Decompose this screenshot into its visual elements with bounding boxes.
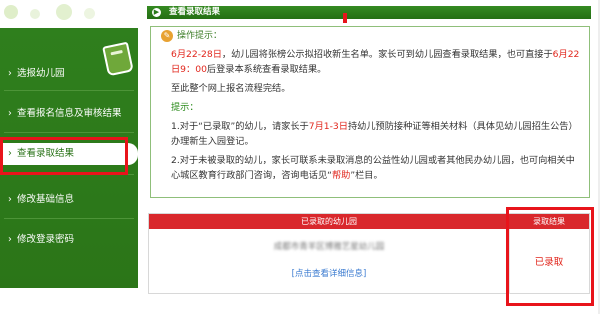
table-header: 已录取的幼儿园 录取结果 xyxy=(149,214,589,229)
sidebar-item-label: 修改登录密码 xyxy=(17,234,75,245)
notice-body: 6月22-28日，幼儿园将张榜公示拟招收新生名单。家长可到幼儿园查看录取结果，也… xyxy=(171,47,583,187)
bullet-icon: › xyxy=(8,148,12,159)
section-header: ▶ 查看录取结果 xyxy=(147,6,591,19)
notice-paragraph: 至此整个网上报名流程完结。 xyxy=(171,81,583,96)
sidebar-divider xyxy=(4,218,134,219)
sidebar-item-label: 查看报名信息及审核结果 xyxy=(17,108,122,119)
sidebar-item-registration-review[interactable]: › 查看报名信息及审核结果 xyxy=(0,104,138,124)
notice-paragraph: 6月22-28日，幼儿园将张榜公示拟招收新生名单。家长可到幼儿园查看录取结果，也… xyxy=(171,47,583,77)
notice-text: 至此整个网上报名流程完结。 xyxy=(171,83,291,94)
date-highlight: 7月1-3日 xyxy=(308,121,348,132)
sidebar-item-choose-kindergarten[interactable]: › 选报幼儿园 xyxy=(0,64,138,84)
sidebar: › 选报幼儿园 › 查看报名信息及审核结果 › 查看录取结果 › 修改基础信息 › 修改登… xyxy=(0,0,138,314)
sidebar-item-edit-basic-info[interactable]: › 修改基础信息 xyxy=(0,190,138,210)
sidebar-item-label: 修改基础信息 xyxy=(17,194,75,205)
bullet-icon: › xyxy=(8,234,12,245)
sidebar-item-label: 选报幼儿园 xyxy=(17,68,65,79)
tips-label: 提示： xyxy=(171,102,199,113)
sidebar-divider xyxy=(4,90,134,91)
red-marker xyxy=(343,13,347,23)
sidebar-menu: › 选报幼儿园 › 查看报名信息及审核结果 › 查看录取结果 › 修改基础信息 › 修改登… xyxy=(0,28,138,288)
tip-text: 1.对于“已录取”的幼儿，请家长于 xyxy=(171,121,309,132)
pen-icon: ✎ xyxy=(161,29,173,42)
help-link[interactable]: 帮助 xyxy=(332,170,350,181)
date-highlight: 6月22-28日 xyxy=(171,49,222,60)
sidebar-item-change-password[interactable]: › 修改登录密码 xyxy=(0,230,138,250)
school-name: 成都市青羊区博雅艺星幼儿园 xyxy=(273,242,385,252)
bullet-icon: › xyxy=(8,108,12,119)
notice-panel: ✎ 操作提示： 6月22-28日，幼儿园将张榜公示拟招收新生名单。家长可到幼儿园查… xyxy=(150,26,590,198)
arrow-right-icon: ▶ xyxy=(152,8,161,17)
notice-heading: ✎ 操作提示： xyxy=(161,29,222,43)
tip-text: ”栏目。 xyxy=(350,170,383,181)
notice-text: 后登录本系统查看录取结果。 xyxy=(206,64,327,75)
bullet-icon: › xyxy=(8,194,12,205)
admission-status: 已录取 xyxy=(534,257,564,268)
view-details-link[interactable]: [点击查看详细信息] xyxy=(149,267,509,279)
bullet-icon: › xyxy=(8,68,12,79)
notice-title-text: 操作提示： xyxy=(177,31,223,41)
column-header-status: 录取结果 xyxy=(533,217,565,226)
admission-result-table: 已录取的幼儿园 录取结果 成都市青羊区博雅艺星幼儿园 [点击查看详细信息] 已录… xyxy=(148,213,590,294)
sidebar-item-admission-result[interactable]: › 查看录取结果 xyxy=(0,143,138,165)
tip-item: 2.对于未被录取的幼儿，家长可联系未录取消息的公益性幼儿园或者其他民办幼儿园，也… xyxy=(171,153,583,183)
sidebar-divider xyxy=(4,132,134,133)
tip-item: 1.对于“已录取”的幼儿，请家长于7月1-3日持幼儿预防接种证等相关材料（具体见… xyxy=(171,119,583,149)
sidebar-item-label: 查看录取结果 xyxy=(17,148,75,159)
page-title: 查看录取结果 xyxy=(169,7,221,17)
sidebar-divider xyxy=(4,174,134,175)
notice-text: ，幼儿园将张榜公示拟招收新生名单。家长可到幼儿园查看录取结果，也可直接于 xyxy=(221,49,553,60)
column-header-school: 已录取的幼儿园 xyxy=(301,217,357,226)
